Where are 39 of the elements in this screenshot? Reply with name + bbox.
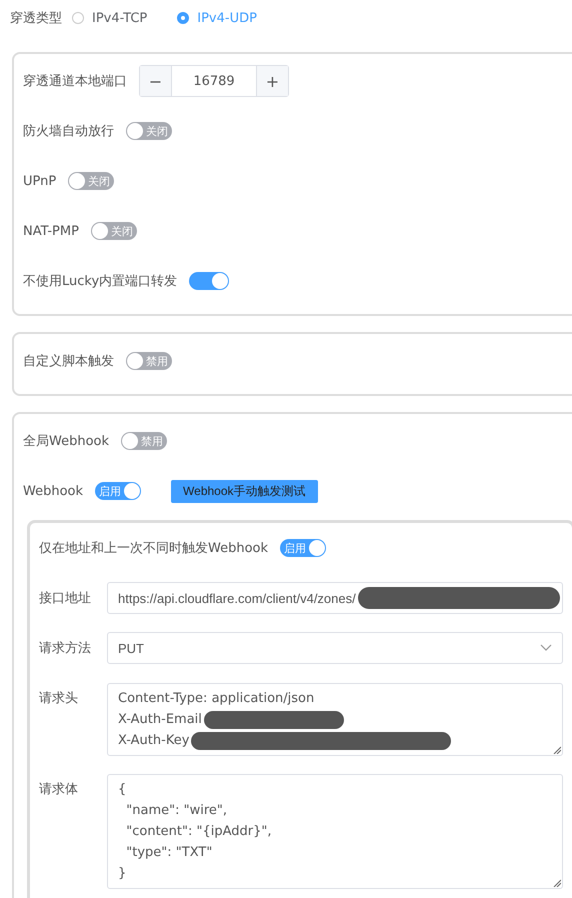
field-label: 请求体 (39, 781, 79, 798)
text-area[interactable]: Content-Type: application/json X-Auth-Email X-Auth-Key (107, 683, 563, 756)
text-line: "content": "{ipAddr}", (125, 824, 272, 839)
field-label: 不使用Lucky内置端口转发 (23, 273, 178, 290)
field-label: 防火墙自动放行 (23, 123, 114, 140)
text-line: { (118, 782, 126, 797)
select-value: PUT (118, 640, 144, 656)
field-label: 穿透类型 (10, 10, 62, 27)
test-button[interactable]: Webhook手动触发测试 (171, 480, 318, 502)
field-label: 全局Webhook (23, 433, 110, 450)
text-area[interactable]: { "name": "wire", "content": "{ipAddr}", "type": "TXT" } (107, 774, 563, 889)
text-line: } (118, 866, 126, 881)
toggle-switch[interactable] (189, 272, 230, 290)
resize-grip-icon[interactable] (553, 746, 561, 754)
field-label: 仅在地址和上一次不同时触发Webhook (39, 540, 268, 557)
field-label: 请求方法 (39, 640, 92, 657)
text-line: Content-Type: application/json (118, 691, 314, 706)
text-line: "name": "wire", (125, 803, 227, 818)
field-label: 穿透通道本地端口 (23, 73, 127, 90)
plus-button[interactable]: + (257, 66, 288, 96)
field-label: 自定义脚本触发 (23, 353, 114, 370)
number-stepper[interactable]: − 16789 + (139, 65, 289, 97)
radio-label[interactable]: IPv4-TCP (92, 10, 148, 26)
text-line: X-Auth-Email (118, 712, 202, 727)
method-select[interactable]: PUT (107, 632, 563, 664)
text-line: "type": "TXT" (125, 845, 212, 860)
chevron-down-icon (540, 644, 552, 652)
field-label: NAT-PMP (23, 224, 79, 238)
field-label: UPnP (23, 174, 56, 188)
url-field[interactable]: https://api.cloudflare.com/client/v4/zones/ (107, 582, 563, 614)
minus-button[interactable]: − (140, 66, 171, 96)
text-line: X-Auth-Key (118, 733, 190, 748)
field-label: 接口地址 (39, 590, 92, 607)
radio-button[interactable] (72, 12, 84, 24)
radio-button[interactable] (177, 12, 190, 24)
resize-grip-icon[interactable] (553, 879, 561, 887)
field-label: Webhook (23, 484, 84, 498)
url-text: https://api.cloudflare.com/client/v4/zones/ (118, 590, 356, 606)
field-label: 请求头 (39, 690, 79, 707)
